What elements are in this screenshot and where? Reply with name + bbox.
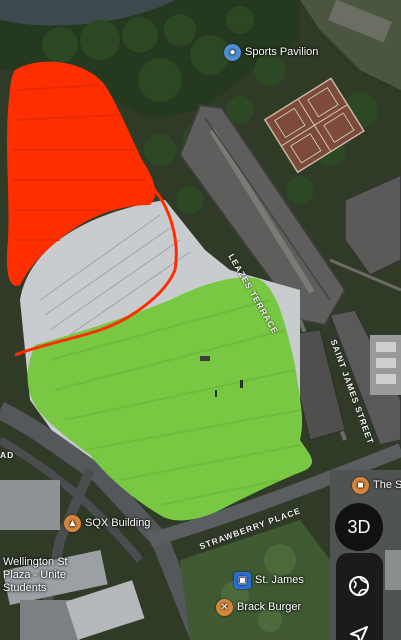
brack-burger-text: Brack Burger	[237, 601, 302, 613]
globe-icon[interactable]	[346, 573, 372, 599]
place-pin-icon: ●	[224, 44, 241, 61]
sqx-building-text: SQX Building	[85, 517, 151, 529]
label-wellington-st-plaza[interactable]: Wellington St Plaza - Unite Students	[3, 556, 68, 595]
wellington-st-plaza-text: Wellington St Plaza - Unite Students	[3, 556, 68, 594]
restaurant-icon: ✕	[216, 599, 233, 616]
map-controls-panel	[336, 553, 383, 640]
st-james-text: St. James	[255, 574, 304, 586]
3d-button[interactable]: 3D	[335, 503, 383, 551]
location-arrow-icon[interactable]	[347, 623, 371, 640]
label-brack-burger[interactable]: ✕ Brack Burger	[216, 599, 301, 616]
school-icon: ▲	[64, 515, 81, 532]
the-s-text: The S	[373, 479, 401, 491]
label-the-s[interactable]: ■ The S	[352, 477, 401, 494]
store-icon: ■	[352, 477, 369, 494]
metro-icon: ▣	[234, 572, 251, 589]
road-label-ad: AD	[0, 450, 15, 460]
satellite-map[interactable]: ● Sports Pavilion ▲ SQX Building Welling…	[0, 0, 401, 640]
sports-pavilion-text: Sports Pavilion	[245, 46, 319, 58]
label-st-james[interactable]: ▣ St. James	[234, 572, 304, 589]
label-sports-pavilion[interactable]: ● Sports Pavilion	[224, 44, 318, 61]
3d-button-label: 3D	[347, 516, 371, 537]
label-sqx-building[interactable]: ▲ SQX Building	[64, 515, 150, 532]
